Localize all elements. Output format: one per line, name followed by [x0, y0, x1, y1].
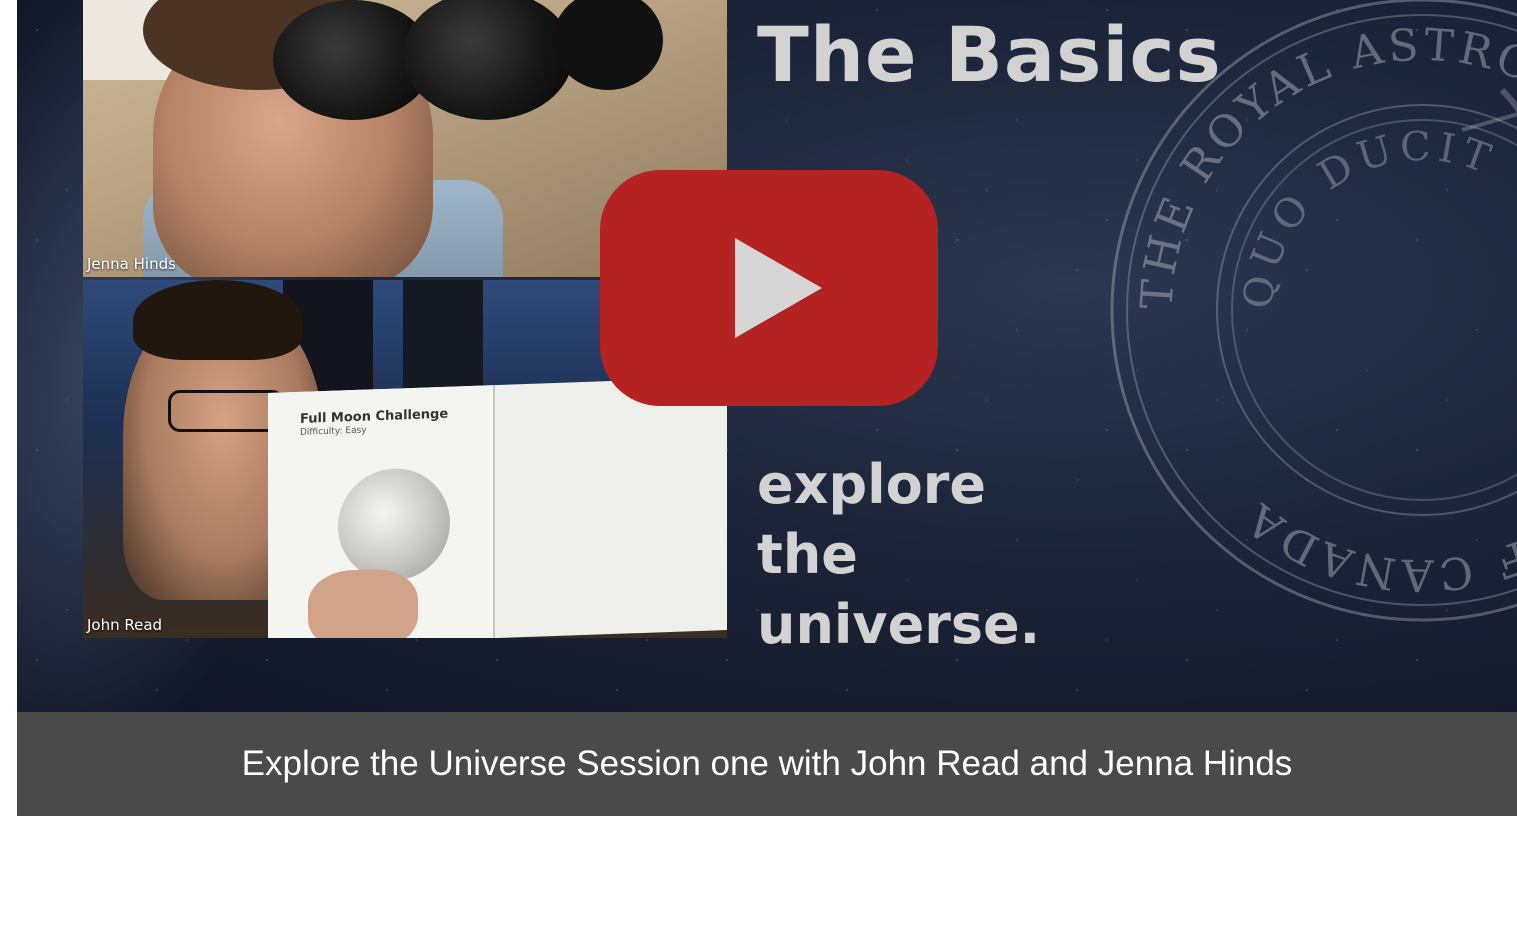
open-book: Full Moon Challenge Difficulty: Easy: [268, 376, 727, 638]
book-left-page: Full Moon Challenge Difficulty: Easy: [268, 385, 495, 638]
moon-image: [338, 466, 450, 583]
tagline-line: universe.: [757, 593, 1041, 656]
tagline-line: explore: [757, 453, 986, 516]
glasses: [168, 390, 284, 432]
hand: [308, 567, 418, 638]
seal-motto: QUO DUCIT: [1235, 124, 1496, 312]
building: [403, 280, 483, 390]
tagline-line: the: [757, 523, 858, 586]
video-title-overlay: The Basics: [757, 10, 1222, 99]
tagline: explore the universe.: [757, 450, 1040, 660]
binoculars-image: [273, 0, 663, 130]
video-embed: THE ROYAL ASTRONOMICAL SOCIETY OF CANADA…: [17, 0, 1517, 816]
video-caption: Explore the Universe Session one with Jo…: [241, 744, 1293, 783]
video-thumbnail[interactable]: THE ROYAL ASTRONOMICAL SOCIETY OF CANADA…: [17, 0, 1517, 712]
participant-name-john: John Read: [87, 616, 163, 634]
video-caption-bar: Explore the Universe Session one with Jo…: [17, 712, 1517, 816]
svg-text:QUO DUCIT: QUO DUCIT: [1235, 124, 1502, 312]
play-button[interactable]: [600, 170, 938, 406]
book-title: Full Moon Challenge: [300, 406, 449, 427]
book-subtitle: Difficulty: Easy: [300, 425, 367, 438]
participant-name-jenna: Jenna Hinds: [87, 255, 176, 273]
hair: [133, 280, 303, 360]
play-icon: [735, 238, 822, 338]
